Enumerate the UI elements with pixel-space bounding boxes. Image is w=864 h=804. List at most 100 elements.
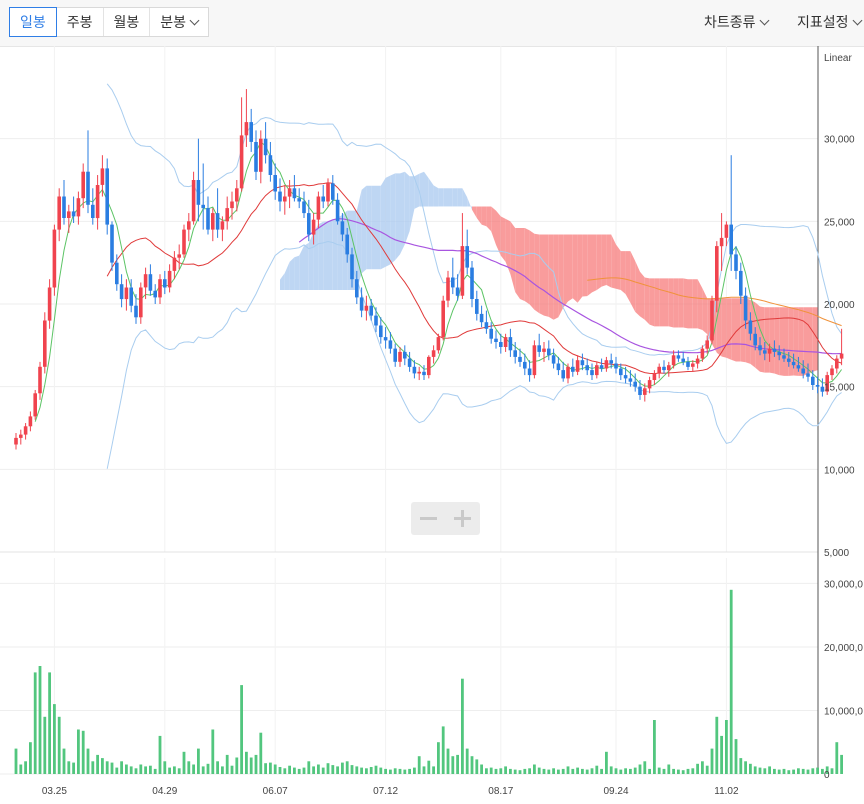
- candle-body: [81, 171, 85, 199]
- candle-body: [143, 274, 148, 288]
- candle-body: [249, 122, 253, 142]
- volume-bar: [67, 761, 71, 774]
- volume-bar: [657, 767, 661, 774]
- candle-body: [28, 416, 33, 427]
- candle-body: [739, 270, 743, 296]
- volume-bar: [585, 769, 589, 774]
- candle-body: [580, 360, 585, 366]
- volume-bar: [609, 766, 613, 774]
- candle-body: [379, 325, 383, 338]
- volume-bar: [43, 716, 47, 774]
- volume-bar: [432, 766, 435, 774]
- candle-body: [719, 237, 724, 247]
- volume-bar: [725, 720, 728, 774]
- candle-body: [671, 355, 676, 366]
- cloud-bear-segment: [476, 206, 482, 225]
- indicator-settings-label: 지표설정: [797, 14, 849, 30]
- volume-bar: [427, 760, 431, 774]
- indicator-settings-dropdown[interactable]: 지표설정: [797, 12, 862, 32]
- volume-bar: [197, 748, 200, 774]
- chart-type-dropdown[interactable]: 차트종류: [704, 12, 769, 32]
- candle-body: [393, 348, 397, 362]
- date-tick-label: 03.25: [42, 786, 67, 797]
- candle-body: [259, 138, 263, 172]
- volume-bar: [38, 666, 42, 774]
- volume-tick-label: 10,000,0: [824, 706, 863, 717]
- volume-bar: [72, 762, 75, 774]
- volume-bar: [509, 768, 512, 774]
- candle-body: [695, 358, 700, 364]
- candle-body: [139, 287, 143, 318]
- volume-bar: [633, 767, 637, 774]
- candle-body: [782, 355, 786, 359]
- volume-bar: [86, 748, 90, 774]
- volume-bar: [254, 754, 258, 774]
- candle-body: [662, 366, 666, 371]
- candle-body: [427, 356, 431, 376]
- volume-bar: [302, 767, 306, 774]
- candle-body: [638, 386, 642, 395]
- candle-body: [244, 122, 249, 136]
- cloud-bull-segment: [462, 188, 468, 207]
- volume-bar: [691, 768, 695, 774]
- cloud-bear-segment: [702, 288, 708, 335]
- period-minute-dropdown[interactable]: 분봉: [150, 8, 208, 36]
- volume-bar: [168, 767, 171, 774]
- volume-bar: [672, 768, 675, 774]
- candle-body: [316, 196, 321, 220]
- volume-bar: [552, 768, 555, 774]
- candle-body: [777, 351, 781, 356]
- candle-body: [475, 299, 479, 314]
- zoom-in-button[interactable]: [445, 502, 479, 535]
- period-weekly-button[interactable]: 주봉: [57, 8, 104, 36]
- candle-body: [355, 279, 359, 298]
- volume-bar: [566, 766, 570, 774]
- volume-bar: [389, 769, 392, 774]
- volume-bar: [629, 768, 632, 774]
- candle-body: [599, 365, 604, 369]
- candle-body: [643, 388, 647, 395]
- candle-body: [590, 370, 594, 376]
- volume-bar: [729, 589, 733, 774]
- candle-body: [724, 224, 729, 238]
- candle-body: [830, 368, 834, 376]
- cloud-bull-segment: [452, 188, 458, 207]
- candle-body: [455, 287, 460, 296]
- candle-body: [710, 300, 714, 341]
- zoom-out-button[interactable]: [411, 502, 445, 535]
- cloud-bear-segment: [515, 227, 520, 300]
- candle-body: [561, 370, 565, 379]
- candle-body: [350, 254, 354, 280]
- volume-bar: [177, 768, 181, 774]
- candle-body: [283, 196, 287, 202]
- cloud-bear-segment: [625, 251, 631, 303]
- date-tick-label: 08.17: [488, 786, 513, 797]
- date-tick-label: 09.24: [603, 786, 628, 797]
- period-daily-button[interactable]: 일봉: [9, 7, 57, 37]
- volume-bar: [653, 720, 656, 774]
- candle-body: [431, 350, 436, 357]
- candle-body: [100, 168, 105, 185]
- candle-body: [748, 320, 753, 334]
- cloud-bull-segment: [308, 232, 314, 290]
- volume-bar: [53, 704, 56, 774]
- candle-body: [38, 366, 42, 394]
- volume-bar: [245, 751, 248, 774]
- candle-body: [422, 371, 426, 376]
- candle-body: [115, 262, 119, 285]
- candle-body: [767, 348, 772, 354]
- volume-bar: [749, 763, 752, 774]
- stock-chart[interactable]: Linear 5,000 10,000 15,000 20,000 25,000 30,00…: [0, 46, 864, 804]
- cloud-bull-segment: [448, 188, 453, 207]
- candle-body: [815, 385, 820, 387]
- chevron-down-icon: [759, 15, 769, 26]
- candle-body: [796, 365, 801, 369]
- cloud-bear-segment: [683, 278, 688, 329]
- candle-body: [105, 168, 109, 225]
- period-monthly-button[interactable]: 월봉: [104, 8, 151, 36]
- volume-bar: [129, 766, 133, 774]
- cloud-bear-segment: [764, 307, 770, 373]
- volume-bar: [681, 770, 685, 774]
- candle-body: [700, 348, 705, 359]
- candle-body: [345, 234, 349, 255]
